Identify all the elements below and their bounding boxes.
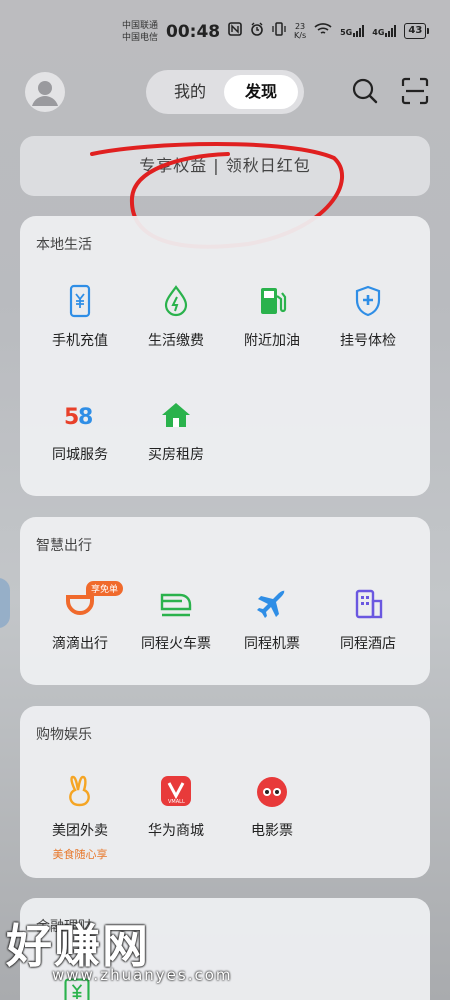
wifi-icon <box>314 22 332 40</box>
tab-switcher: 我的 发现 <box>146 70 304 114</box>
meituan-icon <box>69 775 90 807</box>
airplane-icon <box>257 590 285 618</box>
card-shopping: 购物娱乐 美团外卖 美食随心享 VMALL 华为商城 电影票 <box>20 706 430 878</box>
status-bar: 中国联通 中国电信 00:48 23 K/s 5G 4G 43 <box>0 0 450 64</box>
scan-icon[interactable] <box>400 76 430 106</box>
watermark-url: www.zhuanyes.com <box>52 966 233 984</box>
carrier-1: 中国联通 <box>122 21 159 31</box>
svg-text:VMALL: VMALL <box>168 799 185 805</box>
net-speed: 23 K/s <box>294 22 307 40</box>
movie-ticket-icon <box>257 777 287 807</box>
item-flight[interactable]: 同程机票 <box>222 587 322 653</box>
battery-indicator: 43 <box>404 23 430 39</box>
gas-station-icon <box>261 288 287 314</box>
item-movie[interactable]: 电影票 <box>222 774 322 840</box>
vibrate-icon <box>272 22 286 40</box>
medical-shield-icon <box>355 285 381 317</box>
promo-badge: 享免单 <box>86 581 124 596</box>
item-train[interactable]: 同程火车票 <box>126 587 226 653</box>
section-title: 本地生活 <box>36 237 92 253</box>
section-title: 智慧出行 <box>36 538 92 554</box>
item-meituan[interactable]: 美团外卖 美食随心享 <box>30 774 130 862</box>
section-title: 购物娱乐 <box>36 727 92 743</box>
floating-side-tab[interactable] <box>0 578 10 628</box>
clock: 00:48 <box>166 22 221 42</box>
hotel-icon <box>355 589 383 619</box>
card-smart-travel: 智慧出行 享免单 滴滴出行 同程火车票 同程机票 同程酒店 <box>20 517 430 685</box>
carrier-info: 中国联通 中国电信 <box>122 20 158 44</box>
tab-discover[interactable]: 发现 <box>224 75 298 109</box>
item-vmall[interactable]: VMALL 华为商城 <box>126 774 226 840</box>
promo-banner[interactable]: 专享权益 | 领秋日红包 <box>20 136 430 196</box>
house-icon <box>162 403 190 427</box>
utility-payment-icon <box>164 285 188 317</box>
item-gas-station[interactable]: 附近加油 <box>222 284 322 350</box>
58-logo-icon: 5 8 <box>64 405 93 430</box>
item-hotel[interactable]: 同程酒店 <box>318 587 418 653</box>
signal-5g: 5G <box>340 25 365 37</box>
item-utility-payment[interactable]: 生活缴费 <box>126 284 226 350</box>
vmall-icon: VMALL <box>161 776 191 806</box>
nfc-icon <box>228 22 242 40</box>
search-icon[interactable] <box>350 76 380 106</box>
avatar[interactable] <box>25 72 65 112</box>
carrier-2: 中国电信 <box>122 33 159 43</box>
signal-4g: 4G <box>372 25 397 37</box>
phone-recharge-icon <box>69 284 91 318</box>
item-phone-recharge[interactable]: 手机充值 <box>30 284 130 350</box>
card-local-life: 本地生活 手机充值 生活缴费 附近加油 挂号体检 5 8 同城服务 买房租房 <box>20 216 430 496</box>
alarm-icon <box>250 22 264 40</box>
user-icon <box>32 81 58 106</box>
item-medical[interactable]: 挂号体检 <box>318 284 418 350</box>
svg-text:8: 8 <box>78 405 93 430</box>
item-didi[interactable]: 享免单 滴滴出行 <box>30 581 130 653</box>
item-city-service[interactable]: 5 8 同城服务 <box>30 398 130 464</box>
item-house[interactable]: 买房租房 <box>126 398 226 464</box>
tab-mine[interactable]: 我的 <box>154 75 226 109</box>
system-icons: 23 K/s 5G 4G 43 <box>228 22 430 40</box>
train-icon <box>160 593 192 617</box>
